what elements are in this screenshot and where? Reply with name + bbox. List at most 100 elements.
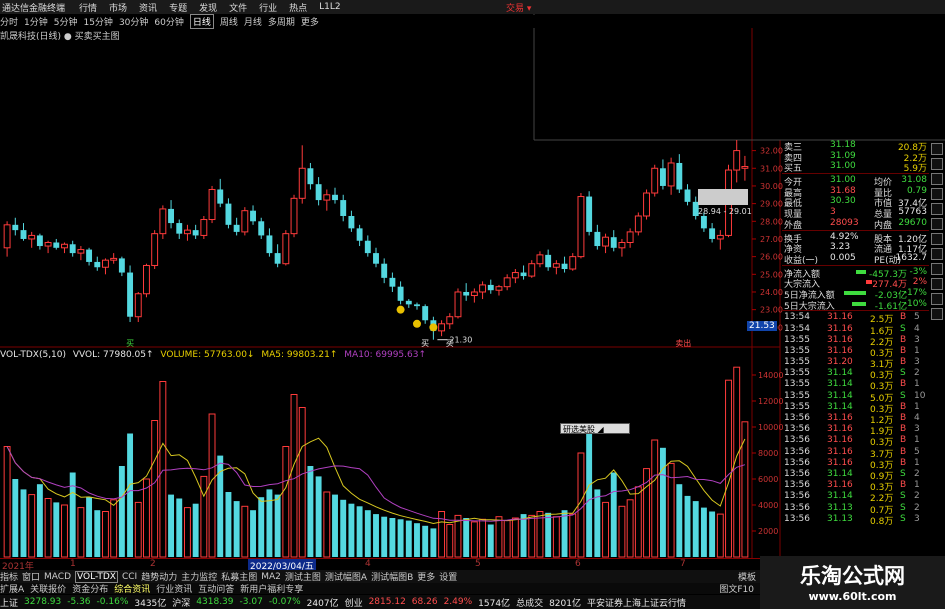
tick-price: 31.14 [827,401,853,412]
sidebar-news-icon[interactable] [931,188,943,200]
sidebar-tool-icon[interactable] [931,218,943,230]
period-more[interactable]: 更多 [301,15,319,28]
menu-item-industry[interactable]: 行业 [259,1,277,14]
index-hs-label[interactable]: 沪深 [172,596,190,609]
menu-item-topics[interactable]: 专题 [169,1,187,14]
menu-item-news[interactable]: 资讯 [139,1,157,14]
sidebar-bell-icon[interactable] [931,278,943,290]
volume-bar [36,484,43,557]
subtab-qa[interactable]: 互动问答 [198,582,234,595]
index-cy-label[interactable]: 创业 [345,596,363,609]
sidebar-arrow-icon[interactable] [931,248,943,260]
volume-bar [487,524,494,557]
sidebar-list-icon[interactable] [931,263,943,275]
menu-item-discover[interactable]: 发现 [199,1,217,14]
volume-bar [381,516,388,557]
tick-time: 13:54 [784,323,810,334]
subtab-extend[interactable]: 扩展A [0,582,24,595]
index-hs-pct: -0.07% [268,597,301,607]
period-5min[interactable]: 5分钟 [54,15,78,28]
tick-list[interactable]: 13:54 31.16 2.5万 B 5 13:54 31.16 1.6万 S 4 13:55 31.… [782,312,929,526]
subtab-capital[interactable]: 资金分布 [72,582,108,595]
tick-direction: S [900,368,906,379]
menu-item-hot[interactable]: 热点 [289,1,307,14]
date-tick: 4 [365,559,371,569]
candle-body [323,194,331,201]
price-axis-label: 28.00 [760,217,783,226]
sidebar-flow-icon[interactable] [931,173,943,185]
tick-time: 13:56 [784,457,810,468]
volume-bar [143,478,150,558]
period-weekly[interactable]: 周线 [220,15,238,28]
period-monthly[interactable]: 月线 [244,15,262,28]
index-sh-amt: 3435亿 [134,598,167,609]
period-30min[interactable]: 30分钟 [119,15,148,28]
subtab-news[interactable]: 综合资讯 [114,582,150,595]
volume-bar [118,466,125,557]
tab-test-b[interactable]: 测试幅图B [371,570,413,583]
volume-bar [315,476,322,557]
candle-body [241,210,249,233]
volume-bar [332,494,338,557]
popup-tooltip[interactable]: 研选美股 ◢ [560,423,630,434]
volume-bar [282,446,290,558]
sidebar-settings-icon[interactable] [931,203,943,215]
candle-body [315,184,322,201]
volume-bar [94,510,101,557]
tab-vol-tdx[interactable]: VOL-TDX [75,570,118,583]
tick-row: 13:56 31.14 0.9万 S 2 [782,469,929,482]
period-60min[interactable]: 60分钟 [154,15,183,28]
tick-direction: B [900,424,907,435]
sidebar-chart-icon[interactable] [931,158,943,170]
period-1min[interactable]: 1分钟 [24,15,48,28]
tab-cci[interactable]: CCI [122,572,137,582]
vol-axis-label: 14000 [758,371,783,380]
volume-value: VOLUME: 57763.00↓ [160,350,255,360]
menu-item-file[interactable]: 文件 [229,1,247,14]
quote-row: 现量 3 总量 57763 [782,207,929,220]
volume-bar [323,491,331,558]
candle-body [389,277,396,287]
candle-body [626,231,634,243]
candle-body [487,284,494,291]
sidebar-rsi-icon[interactable] [931,233,943,245]
volume-bar [676,484,683,557]
candle-body [183,229,191,235]
tick-time: 13:56 [784,480,810,491]
sidebar-quote-icon[interactable] [931,143,943,155]
candle-body [110,257,118,261]
tab-more[interactable]: 更多 [417,570,435,583]
tab-macd[interactable]: MACD [44,572,71,582]
period-daily[interactable]: 日线 [189,14,214,29]
quote-value: 31.00 [830,161,856,172]
tick-price: 31.14 [827,368,853,379]
candle-body [307,168,314,185]
tick-price: 31.16 [827,334,853,345]
subtab-f10[interactable]: 图文F10 [719,582,754,595]
sidebar-grid-icon[interactable] [931,308,943,320]
period-intraday[interactable]: 分时 [0,15,18,28]
index-sh-label[interactable]: 上证 [0,596,18,609]
subtab-industry-news[interactable]: 行业资讯 [156,582,192,595]
menu-item-l1l2[interactable]: L1L2 [319,2,340,12]
subtab-related[interactable]: 关联报价 [30,582,66,595]
menu-item-market[interactable]: 市场 [109,1,127,14]
sidebar-star-icon[interactable] [931,293,943,305]
tick-price: 31.16 [827,446,853,457]
candle-body [463,291,470,296]
tab-settings[interactable]: 设置 [439,570,457,583]
price-axis-label: 27.00 [760,235,783,244]
right-sidebar [929,140,945,590]
period-15min[interactable]: 15分钟 [83,15,112,28]
candle-body [266,235,273,254]
candle-body [332,194,338,201]
vol-indicator-name[interactable]: VOL-TDX(5,10) [0,350,66,360]
tab-test-a[interactable]: 测试幅图A [325,570,367,583]
subtab-welfare[interactable]: 新用户福利专享 [240,582,303,595]
candle-body [298,167,306,199]
period-multi[interactable]: 多周期 [268,15,295,28]
trade-button[interactable]: 交易 ▾ [506,1,531,14]
index-sh-value: 3278.93 [24,597,62,607]
menu-item-quotes[interactable]: 行情 [79,1,97,14]
tab-ma2[interactable]: MA2 [261,572,281,582]
